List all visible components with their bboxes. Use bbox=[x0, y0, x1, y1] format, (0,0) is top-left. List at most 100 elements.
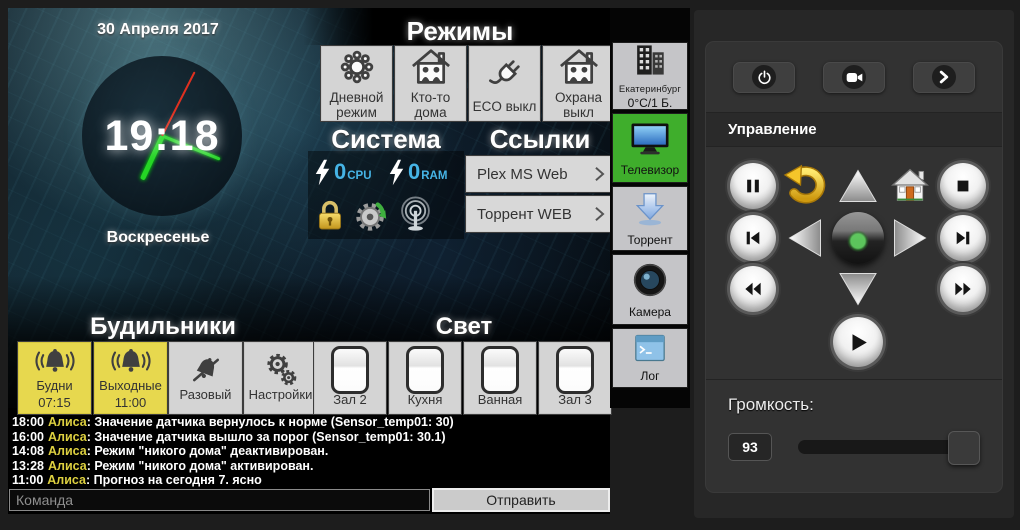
mode-button-eco[interactable]: ECO выкл bbox=[468, 45, 541, 122]
log-author: Алиса bbox=[47, 444, 87, 458]
light-button-hall3[interactable]: Зал 3 bbox=[538, 341, 612, 415]
control-header: Управление bbox=[706, 112, 1002, 147]
sidebar: Екатеринбург 0°C/1 Б. Телевизор Торрент bbox=[610, 8, 690, 408]
house-people-icon bbox=[411, 47, 451, 88]
link-plex[interactable]: Plex MS Web bbox=[465, 155, 617, 193]
log-message: : Прогноз на сегодня 7. ясно bbox=[86, 473, 262, 487]
chevron-right-icon bbox=[594, 206, 605, 222]
home-button[interactable] bbox=[890, 166, 930, 204]
log-author: Алиса bbox=[47, 415, 87, 429]
light-button-bathroom[interactable]: Ванная bbox=[463, 341, 537, 415]
nav-up-button[interactable] bbox=[838, 168, 878, 205]
camera-source-button[interactable] bbox=[823, 61, 885, 93]
pause-button[interactable] bbox=[730, 163, 776, 209]
alarm-button-settings[interactable]: Настройки bbox=[243, 341, 318, 415]
remote-panel: Управление Громкость: 93 bbox=[694, 10, 1014, 518]
alarm-button-single[interactable]: Разовый bbox=[168, 341, 243, 415]
switch-icon bbox=[406, 345, 444, 394]
volume-value: 93 bbox=[728, 433, 772, 461]
log-message: : Значение датчика вышло за порог (Senso… bbox=[86, 429, 446, 444]
mode-label: Кто-то дома bbox=[410, 89, 451, 120]
play-button[interactable] bbox=[833, 317, 883, 367]
date-label: 30 Апреля 2017 bbox=[97, 21, 219, 38]
volume-slider-handle[interactable] bbox=[948, 431, 980, 465]
skip-back-button[interactable] bbox=[730, 215, 776, 261]
log-line: 13:28 Алиса: Режим "никого дома" активиро… bbox=[12, 459, 608, 474]
light-button-hall2[interactable]: Зал 2 bbox=[313, 341, 387, 415]
digital-time: 19:18 bbox=[104, 112, 220, 160]
alarm-button-weekends[interactable]: Выходные 11:00 bbox=[93, 341, 168, 415]
bell-slash-icon bbox=[188, 354, 224, 386]
log-author: Алиса bbox=[47, 458, 87, 473]
sidebar-item-torrent[interactable]: Торрент bbox=[612, 186, 688, 251]
control-pad bbox=[706, 147, 1002, 379]
mode-label: Дневной режим bbox=[329, 89, 384, 120]
link-torrent-web[interactable]: Торрент WEB bbox=[465, 195, 617, 233]
next-source-button[interactable] bbox=[913, 61, 975, 93]
ok-button[interactable] bbox=[832, 212, 884, 264]
system-title: Система bbox=[331, 124, 441, 154]
nav-down-button[interactable] bbox=[838, 271, 878, 308]
log-panel: 18:00 Алиса: Значение датчика вернулось к… bbox=[12, 415, 608, 488]
command-input[interactable] bbox=[9, 489, 430, 511]
log-time: 11:00 bbox=[12, 473, 44, 487]
log-line: 16:00 Алиса: Значение датчика вышло за по… bbox=[12, 430, 608, 445]
tv-monitor-icon bbox=[628, 120, 672, 162]
smart-home-dashboard: 30 Апреля 2017 19:18 Воскресенье Режимы … bbox=[0, 0, 1020, 530]
gears-icon bbox=[262, 353, 300, 386]
power-button[interactable] bbox=[733, 61, 795, 93]
sidebar-item-weather[interactable]: Екатеринбург 0°C/1 Б. bbox=[612, 42, 688, 110]
rewind-button[interactable] bbox=[730, 266, 776, 312]
mode-button-day[interactable]: Дневной режим bbox=[320, 45, 393, 122]
sun-icon bbox=[338, 47, 376, 88]
switch-icon bbox=[331, 345, 369, 394]
log-time: 14:08 bbox=[12, 444, 44, 458]
volume-section: Громкость: 93 bbox=[706, 379, 1002, 465]
lightning-icon bbox=[389, 159, 404, 191]
city-buildings-icon bbox=[631, 42, 669, 83]
plug-icon bbox=[487, 53, 523, 97]
nav-left-button[interactable] bbox=[787, 218, 824, 258]
alarms-title: Будильники bbox=[90, 313, 236, 340]
log-author: Алиса bbox=[47, 473, 86, 487]
video-camera-icon bbox=[842, 65, 866, 89]
sidebar-item-log[interactable]: Лог bbox=[612, 328, 688, 388]
tv-remote-card: Управление Громкость: 93 bbox=[706, 42, 1002, 492]
stop-button[interactable] bbox=[940, 163, 986, 209]
log-message: : Значение датчика вернулось к норме (Se… bbox=[86, 415, 454, 429]
download-arrow-icon bbox=[633, 191, 667, 232]
skip-forward-button[interactable] bbox=[940, 215, 986, 261]
fast-forward-button[interactable] bbox=[940, 266, 986, 312]
remote-top-buttons bbox=[706, 42, 1002, 112]
light-title: Свет bbox=[435, 313, 493, 340]
alarm-button-weekdays[interactable]: Будни 07:15 bbox=[17, 341, 92, 415]
cpu-indicator: 0 CPU bbox=[315, 159, 389, 191]
analog-clock: 19:18 bbox=[82, 56, 242, 216]
terminal-icon bbox=[633, 333, 667, 368]
mode-button-security[interactable]: Охрана выкл bbox=[542, 45, 615, 122]
power-icon bbox=[752, 65, 776, 89]
log-message: : Режим "никого дома" деактивирован. bbox=[86, 444, 329, 458]
light-button-kitchen[interactable]: Кухня bbox=[388, 341, 462, 415]
system-load-row: 0 CPU 0 RAM bbox=[315, 158, 463, 192]
sidebar-item-tv[interactable]: Телевизор bbox=[612, 113, 688, 183]
volume-row: 93 bbox=[728, 431, 1002, 465]
mode-button-somebody-home[interactable]: Кто-то дома bbox=[394, 45, 467, 122]
chevron-right-icon bbox=[932, 65, 956, 89]
log-time: 18:00 bbox=[12, 415, 44, 429]
bell-ring-icon bbox=[109, 345, 153, 377]
switch-icon bbox=[481, 345, 519, 394]
volume-slider[interactable] bbox=[798, 431, 980, 465]
gear-refresh-icon bbox=[352, 196, 390, 239]
nav-right-button[interactable] bbox=[892, 218, 929, 258]
links-title: Ссылки bbox=[489, 124, 591, 154]
antenna-icon bbox=[397, 196, 434, 238]
log-line: 11:00 Алиса: Прогноз на сегодня 7. ясно bbox=[12, 473, 608, 488]
log-line: 14:08 Алиса: Режим "никого дома" деактиви… bbox=[12, 444, 608, 459]
system-status-icons bbox=[315, 196, 465, 238]
bell-ring-icon bbox=[33, 345, 77, 377]
undo-button[interactable] bbox=[783, 164, 827, 204]
sidebar-item-camera[interactable]: Камера bbox=[612, 254, 688, 325]
mode-label: ECO выкл bbox=[472, 98, 537, 114]
send-button[interactable]: Отправить bbox=[432, 488, 610, 512]
